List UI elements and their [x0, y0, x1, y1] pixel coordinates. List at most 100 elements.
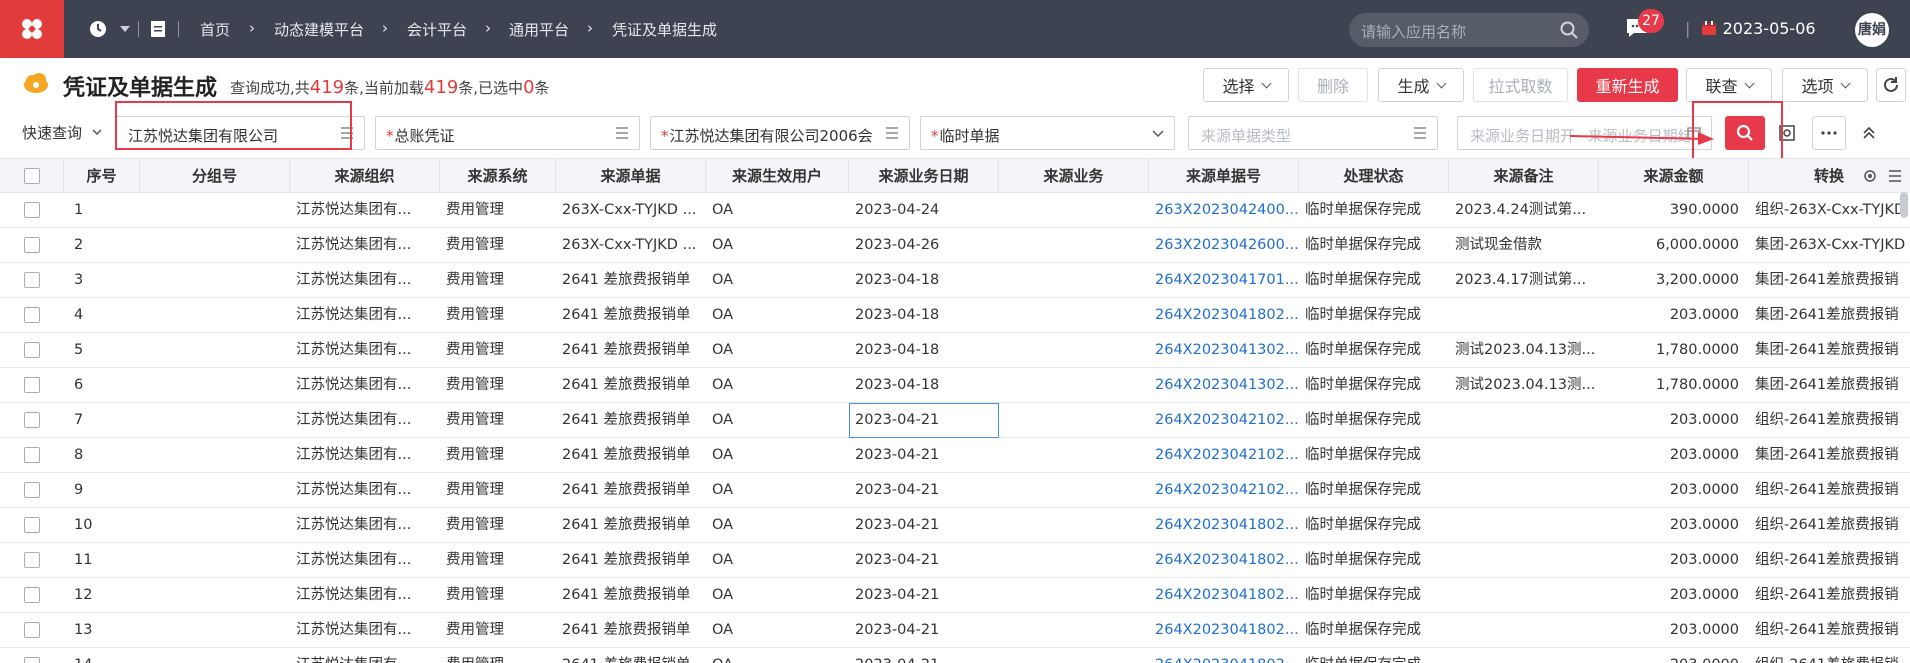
table-row[interactable]: 8 江苏悦达集团有... 费用管理 2641 差旅费报销单 OA 2023-04-21 26… — [0, 438, 1910, 473]
row-checkbox[interactable] — [24, 237, 40, 253]
history-dropdown-icon[interactable] — [120, 26, 130, 32]
cell-row-index: 8 — [74, 447, 84, 463]
column-header[interactable]: 来源备注 — [1449, 159, 1599, 193]
ledger-field[interactable]: *总账凭证 — [375, 116, 640, 150]
cell-source-doc-number[interactable]: 263X2023042400... — [1149, 193, 1299, 227]
cell-source-doc-number[interactable]: 264X2023041802... — [1149, 508, 1299, 542]
cell-source-amount: 390.0000 — [1669, 202, 1739, 218]
list-icon[interactable] — [340, 126, 354, 140]
select-all-checkbox[interactable] — [24, 168, 40, 184]
column-header[interactable]: 来源组织 — [290, 159, 440, 193]
source-type-field[interactable]: 来源单据类型 — [1188, 116, 1438, 150]
row-checkbox[interactable] — [24, 482, 40, 498]
row-checkbox[interactable] — [24, 202, 40, 218]
app-search-placeholder: 请输入应用名称 — [1361, 23, 1467, 41]
table-row[interactable]: 10 江苏悦达集团有... 费用管理 2641 差旅费报销单 OA 2023-04-21 2… — [0, 508, 1910, 543]
vertical-scrollbar[interactable] — [1900, 192, 1908, 218]
list-icon[interactable] — [1413, 126, 1427, 140]
cell-source-doc-number[interactable]: 264X2023041802... — [1149, 613, 1299, 647]
cell-source-doc-number[interactable]: 264X2023042102... — [1149, 403, 1299, 437]
table-row[interactable]: 7 江苏悦达集团有... 费用管理 2641 差旅费报销单 OA 2023-04-21 26… — [0, 403, 1910, 438]
column-header[interactable]: 序号 — [64, 159, 140, 193]
calendar-icon[interactable] — [1687, 126, 1701, 140]
list-icon[interactable] — [1888, 168, 1902, 184]
table-row[interactable]: 4 江苏悦达集团有... 费用管理 2641 差旅费报销单 OA 2023-04-18 26… — [0, 298, 1910, 333]
breadcrumb-home[interactable]: 首页 — [200, 19, 230, 40]
table-row[interactable]: 12 江苏悦达集团有... 费用管理 2641 差旅费报销单 OA 2023-04-21 2… — [0, 578, 1910, 613]
row-checkbox[interactable] — [24, 517, 40, 533]
chevron-down-icon[interactable] — [92, 129, 102, 136]
table-row[interactable]: 1 江苏悦达集团有... 费用管理 263X-Cxx-TYJKD ... OA 2023-… — [0, 193, 1910, 228]
breadcrumb-item[interactable]: 动态建模平台 — [274, 19, 364, 40]
pull-fetch-button[interactable]: 拉式取数 — [1473, 68, 1568, 102]
table-row[interactable]: 2 江苏悦达集团有... 费用管理 263X-Cxx-TYJKD ... OA 2023-… — [0, 228, 1910, 263]
select-button[interactable]: 选择 — [1203, 68, 1289, 102]
cell-source-doc-number[interactable]: 264X2023041802... — [1149, 543, 1299, 577]
column-header[interactable]: 转换 — [1749, 159, 1910, 193]
cell-source-doc-number[interactable]: 264X2023041302... — [1149, 368, 1299, 402]
column-header[interactable]: 来源系统 — [440, 159, 556, 193]
refresh-button[interactable] — [1876, 68, 1906, 102]
cell-source-doc-number[interactable]: 264X2023042102... — [1149, 473, 1299, 507]
document-icon[interactable] — [148, 19, 168, 39]
column-header[interactable]: 来源业务 — [999, 159, 1149, 193]
table-row[interactable]: 3 江苏悦达集团有... 费用管理 2641 差旅费报销单 OA 2023-04-18 26… — [0, 263, 1910, 298]
book-field[interactable]: *江苏悦达集团有限公司2006会 — [650, 116, 910, 150]
table-row[interactable]: 6 江苏悦达集团有... 费用管理 2641 差旅费报销单 OA 2023-04-18 26… — [0, 368, 1910, 403]
column-settings-icon[interactable] — [1862, 168, 1878, 184]
search-button[interactable] — [1725, 116, 1765, 150]
column-header[interactable]: 来源金额 — [1599, 159, 1749, 193]
row-checkbox[interactable] — [24, 622, 40, 638]
linked-query-button[interactable]: 联查 — [1686, 68, 1772, 102]
regenerate-button[interactable]: 重新生成 — [1577, 68, 1678, 102]
row-checkbox[interactable] — [24, 587, 40, 603]
options-button[interactable]: 选项 — [1782, 68, 1868, 102]
column-header[interactable]: 来源生效用户 — [706, 159, 849, 193]
list-icon[interactable] — [615, 126, 629, 140]
column-header[interactable]: 来源单据 — [556, 159, 706, 193]
cell-source-doc-number[interactable]: 264X2023042102... — [1149, 438, 1299, 472]
delete-button[interactable]: 删除 — [1298, 68, 1368, 102]
breadcrumb-item[interactable]: 通用平台 — [509, 19, 569, 40]
cell-source-doc-number[interactable]: 264X2023041802... — [1149, 578, 1299, 612]
list-icon[interactable] — [885, 126, 899, 140]
row-checkbox[interactable] — [24, 552, 40, 568]
row-checkbox[interactable] — [24, 412, 40, 428]
table-row[interactable]: 14 江苏悦达集团有...费用管理2641 差旅费报销单OA2023-04-21 2… — [0, 648, 1910, 663]
row-checkbox[interactable] — [24, 657, 40, 663]
row-checkbox[interactable] — [24, 342, 40, 358]
row-checkbox[interactable] — [24, 447, 40, 463]
column-header[interactable]: 来源单据号 — [1149, 159, 1299, 193]
cell-source-org: 江苏悦达集团有... — [296, 272, 412, 288]
table-row[interactable]: 11 江苏悦达集团有... 费用管理 2641 差旅费报销单 OA 2023-04-21 2… — [0, 543, 1910, 578]
cell-source-doc-number[interactable]: 264X2023041302... — [1149, 333, 1299, 367]
cell-source-doc-number[interactable]: 263X2023042600... — [1149, 228, 1299, 262]
chevron-down-icon[interactable] — [1152, 128, 1164, 140]
filter-scheme-button[interactable] — [1774, 116, 1800, 150]
generate-button[interactable]: 生成 — [1378, 68, 1464, 102]
cell-source-doc-number[interactable]: 264X2023041802... — [1149, 298, 1299, 332]
date-range-field[interactable]: 来源业务日期开~来源业务日期结 — [1457, 116, 1712, 150]
row-checkbox[interactable] — [24, 377, 40, 393]
breadcrumb-item[interactable]: 会计平台 — [407, 19, 467, 40]
table-row[interactable]: 5 江苏悦达集团有... 费用管理 2641 差旅费报销单 OA 2023-04-18 26… — [0, 333, 1910, 368]
app-search-input[interactable]: 请输入应用名称 — [1349, 13, 1589, 47]
table-row[interactable]: 9 江苏悦达集团有... 费用管理 2641 差旅费报销单 OA 2023-04-21 26… — [0, 473, 1910, 508]
doc-type-select[interactable]: *临时单据 — [920, 116, 1175, 150]
org-field[interactable]: 江苏悦达集团有限公司 — [115, 116, 365, 150]
more-button[interactable] — [1812, 116, 1846, 150]
cell-source-doc-number[interactable]: 264X2023041802... — [1149, 648, 1299, 663]
column-header[interactable]: 来源业务日期 — [849, 159, 999, 193]
history-icon[interactable] — [88, 19, 108, 39]
app-logo[interactable] — [0, 0, 64, 58]
quick-query-label[interactable]: 快速查询 — [22, 122, 82, 143]
row-checkbox[interactable] — [24, 272, 40, 288]
column-header[interactable]: 处理状态 — [1299, 159, 1449, 193]
collapse-button[interactable] — [1852, 116, 1886, 150]
search-icon[interactable] — [1559, 20, 1579, 40]
row-checkbox[interactable] — [24, 307, 40, 323]
table-row[interactable]: 13 江苏悦达集团有... 费用管理 2641 差旅费报销单 OA 2023-04-21 2… — [0, 613, 1910, 648]
cell-source-doc-number[interactable]: 264X2023041701... — [1149, 263, 1299, 297]
column-header[interactable]: 分组号 — [140, 159, 290, 193]
user-avatar[interactable]: 唐娟 — [1855, 13, 1889, 47]
